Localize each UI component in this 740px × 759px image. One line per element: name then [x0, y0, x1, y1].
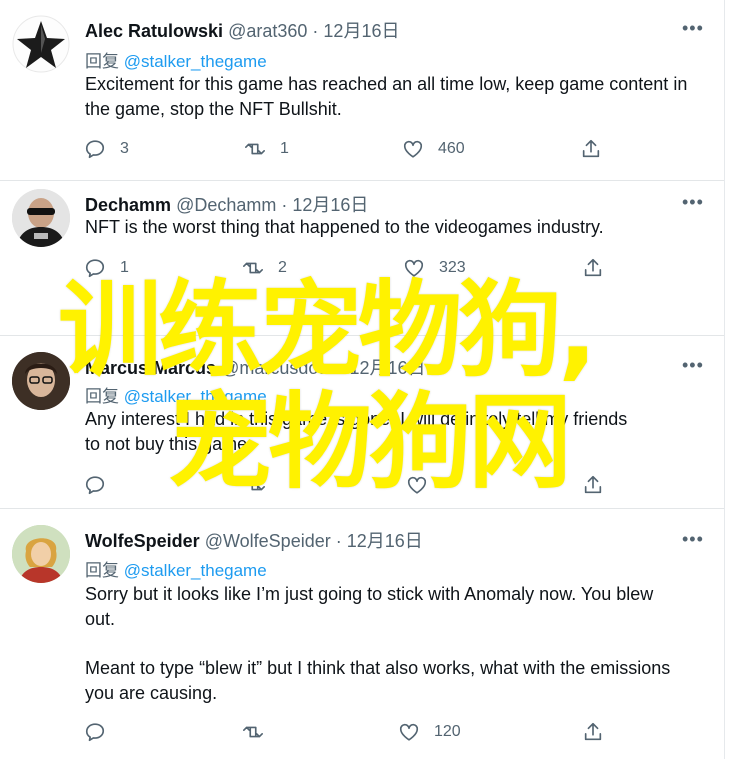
reply-button[interactable]: 3: [84, 137, 129, 161]
author-handle[interactable]: @WolfeSpeider: [205, 531, 331, 551]
reply-mention-link[interactable]: @stalker_thegame: [124, 387, 267, 406]
retweet-button[interactable]: 2: [242, 256, 287, 280]
author-name[interactable]: WolfeSpeider: [85, 531, 200, 551]
retweet-icon: [245, 143, 265, 155]
reply-prefix: 回复: [85, 561, 119, 580]
like-icon: [407, 476, 427, 494]
share-icon: [582, 139, 600, 158]
avatar[interactable]: [12, 189, 70, 247]
reply-button[interactable]: [84, 720, 120, 744]
retweet-button[interactable]: [242, 720, 278, 744]
author-handle[interactable]: @Dechamm: [176, 195, 276, 215]
author-name[interactable]: Marcus Marcus: [85, 358, 216, 378]
reply-mention-link[interactable]: @stalker_thegame: [124, 52, 267, 71]
tweet[interactable]: Alec Ratulowski @arat360 · 12月16日 ••• 回复…: [0, 0, 724, 180]
like-icon: [404, 259, 424, 277]
retweet-icon: [245, 479, 265, 491]
retweet-icon: [243, 726, 263, 738]
avatar[interactable]: [12, 15, 70, 73]
like-button[interactable]: 460: [402, 137, 465, 161]
reply-context: 回复 @stalker_thegame: [85, 556, 267, 581]
tweet-text-line: Sorry but it looks like I’m just going t…: [85, 584, 654, 604]
author-name[interactable]: Dechamm: [85, 195, 171, 215]
user-photo-icon: [12, 352, 70, 410]
like-button[interactable]: 120: [398, 720, 461, 744]
share-button[interactable]: [582, 256, 618, 280]
tweet-date[interactable]: 12月16日: [323, 21, 399, 41]
separator: ·: [312, 21, 319, 41]
reply-icon: [85, 140, 105, 159]
author-name[interactable]: Alec Ratulowski: [85, 21, 223, 41]
reply-icon: [85, 476, 105, 495]
user-photo-icon: [12, 525, 70, 583]
tweet-text: Any interest I had in this game is gone.…: [85, 407, 705, 457]
share-button[interactable]: [582, 473, 618, 497]
tweet-text-line: NFT is the worst thing that happened to …: [85, 217, 604, 237]
more-icon[interactable]: •••: [682, 19, 706, 37]
more-icon[interactable]: •••: [682, 530, 706, 548]
share-icon: [584, 722, 602, 741]
reply-mention-link[interactable]: @stalker_thegame: [124, 561, 267, 580]
reply-feed: Alec Ratulowski @arat360 · 12月16日 ••• 回复…: [0, 0, 725, 759]
tweet[interactable]: WolfeSpeider @WolfeSpeider · 12月16日 ••• …: [0, 509, 724, 759]
reply-button[interactable]: [84, 473, 120, 497]
tweet[interactable]: Marcus Marcus @marcusdoto · 12月16日 ••• 回…: [0, 336, 724, 508]
like-icon: [403, 140, 423, 158]
reply-prefix: 回复: [85, 52, 119, 71]
more-icon[interactable]: •••: [682, 193, 706, 211]
tweet-text-line: the game, stop the NFT Bullshit.: [85, 99, 342, 119]
retweet-icon: [243, 262, 263, 274]
tweet-text-line: Excitement for this game has reached an …: [85, 74, 688, 94]
user-photo-icon: [12, 189, 70, 247]
tweet-date[interactable]: 12月16日: [349, 358, 425, 378]
like-button[interactable]: 323: [403, 256, 466, 280]
author-handle[interactable]: @arat360: [228, 21, 307, 41]
share-button[interactable]: [580, 137, 616, 161]
like-count: 460: [438, 140, 465, 157]
tweet[interactable]: Dechamm @Dechamm · 12月16日 ••• NFT is the…: [0, 181, 724, 335]
separator: ·: [281, 195, 288, 215]
reply-count: 1: [120, 259, 129, 276]
retweet-count: 2: [278, 259, 287, 276]
tweet-text-line: out.: [85, 609, 116, 629]
tweet-text: Excitement for this game has reached an …: [85, 72, 705, 122]
retweet-button[interactable]: 1: [244, 137, 289, 161]
reply-context: 回复 @stalker_thegame: [85, 382, 267, 407]
star-logo-icon: [12, 15, 70, 73]
tweet-text-line: Meant to type “blew it” but I think that…: [85, 658, 671, 678]
avatar[interactable]: [12, 352, 70, 410]
like-icon: [399, 723, 419, 741]
reply-context: 回复 @stalker_thegame: [85, 47, 267, 72]
retweet-count: 1: [280, 140, 289, 157]
tweet-text-line: to not buy this game.: [85, 434, 253, 454]
tweet-header: Marcus Marcus @marcusdoto · 12月16日: [85, 354, 425, 378]
reply-prefix: 回复: [85, 387, 119, 406]
tweet-text-line: [85, 632, 705, 656]
tweet-text-line: you are causing.: [85, 683, 218, 703]
separator: ·: [338, 358, 345, 378]
share-icon: [584, 475, 602, 494]
share-icon: [584, 258, 602, 277]
reply-count: 3: [120, 140, 129, 157]
like-count: 323: [439, 259, 466, 276]
tweet-header: Dechamm @Dechamm · 12月16日: [85, 191, 368, 215]
tweet-header: WolfeSpeider @WolfeSpeider · 12月16日: [85, 527, 423, 551]
tweet-text: Sorry but it looks like I’m just going t…: [85, 582, 705, 706]
tweet-date[interactable]: 12月16日: [347, 531, 423, 551]
tweet-header: Alec Ratulowski @arat360 · 12月16日: [85, 17, 399, 41]
tweet-text: NFT is the worst thing that happened to …: [85, 215, 705, 240]
reply-button[interactable]: 1: [84, 256, 129, 280]
share-button[interactable]: [582, 720, 618, 744]
separator: ·: [335, 531, 342, 551]
tweet-date[interactable]: 12月16日: [292, 195, 368, 215]
reply-icon: [85, 259, 105, 278]
reply-icon: [85, 723, 105, 742]
author-handle[interactable]: @marcusdoto: [221, 358, 333, 378]
tweet-text-line: Any interest I had in this game is gone.…: [85, 409, 628, 429]
avatar[interactable]: [12, 525, 70, 583]
retweet-button[interactable]: [244, 473, 280, 497]
like-count: 120: [434, 723, 461, 740]
more-icon[interactable]: •••: [682, 356, 706, 374]
like-button[interactable]: [406, 473, 442, 497]
